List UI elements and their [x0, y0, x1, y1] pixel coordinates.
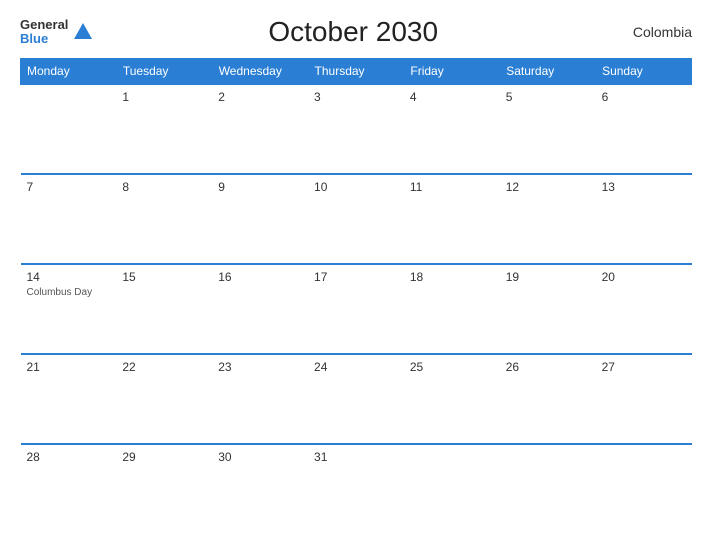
day-number: 11 — [410, 180, 494, 194]
calendar-cell: 2 — [212, 84, 308, 174]
calendar-cell: 5 — [500, 84, 596, 174]
logo-blue-text: Blue — [20, 32, 68, 46]
holiday-label: Columbus Day — [27, 287, 93, 298]
day-number: 17 — [314, 270, 398, 284]
day-number: 30 — [218, 450, 302, 464]
calendar-header: Monday Tuesday Wednesday Thursday Friday… — [21, 59, 692, 85]
calendar-cell: 28 — [21, 444, 117, 534]
logo-icon — [72, 21, 94, 43]
day-number: 1 — [122, 90, 206, 104]
logo-general-text: General — [20, 18, 68, 32]
col-sunday: Sunday — [596, 59, 692, 85]
day-number: 13 — [602, 180, 686, 194]
col-friday: Friday — [404, 59, 500, 85]
col-monday: Monday — [21, 59, 117, 85]
calendar-cell: 21 — [21, 354, 117, 444]
calendar-cell: 26 — [500, 354, 596, 444]
day-number: 2 — [218, 90, 302, 104]
day-number: 14 — [27, 270, 111, 284]
day-number: 23 — [218, 360, 302, 374]
calendar-cell: 27 — [596, 354, 692, 444]
calendar-body: 1234567891011121314Columbus Day151617181… — [21, 84, 692, 534]
calendar-cell: 11 — [404, 174, 500, 264]
calendar-cell: 16 — [212, 264, 308, 354]
calendar-cell: 6 — [596, 84, 692, 174]
calendar-cell: 15 — [116, 264, 212, 354]
col-wednesday: Wednesday — [212, 59, 308, 85]
day-number: 15 — [122, 270, 206, 284]
calendar-cell: 31 — [308, 444, 404, 534]
calendar-cell: 12 — [500, 174, 596, 264]
days-of-week-row: Monday Tuesday Wednesday Thursday Friday… — [21, 59, 692, 85]
calendar-cell: 8 — [116, 174, 212, 264]
day-number: 10 — [314, 180, 398, 194]
calendar-cell — [500, 444, 596, 534]
calendar-cell: 17 — [308, 264, 404, 354]
day-number: 28 — [27, 450, 111, 464]
calendar-cell: 18 — [404, 264, 500, 354]
col-saturday: Saturday — [500, 59, 596, 85]
calendar-week-row: 123456 — [21, 84, 692, 174]
day-number: 25 — [410, 360, 494, 374]
day-number: 21 — [27, 360, 111, 374]
day-number: 8 — [122, 180, 206, 194]
calendar-cell: 24 — [308, 354, 404, 444]
calendar-cell: 23 — [212, 354, 308, 444]
calendar-cell: 13 — [596, 174, 692, 264]
day-number: 19 — [506, 270, 590, 284]
col-tuesday: Tuesday — [116, 59, 212, 85]
day-number: 31 — [314, 450, 398, 464]
calendar-cell — [21, 84, 117, 174]
calendar-cell: 9 — [212, 174, 308, 264]
day-number: 29 — [122, 450, 206, 464]
day-number: 20 — [602, 270, 686, 284]
day-number: 16 — [218, 270, 302, 284]
day-number: 9 — [218, 180, 302, 194]
page-title: October 2030 — [94, 16, 612, 48]
day-number: 5 — [506, 90, 590, 104]
calendar-week-row: 14 Columbus Day 15 16 17 18 19 20 — [21, 264, 692, 354]
calendar-cell: 14 Columbus Day — [21, 264, 117, 354]
calendar-week-row: 21 22 23 24 25 26 27 — [21, 354, 692, 444]
calendar-cell: 1 — [116, 84, 212, 174]
calendar-cell: 25 — [404, 354, 500, 444]
calendar-cell: 7 — [21, 174, 117, 264]
col-thursday: Thursday — [308, 59, 404, 85]
day-number: 18 — [410, 270, 494, 284]
calendar-cell: 4 — [404, 84, 500, 174]
calendar-cell — [404, 444, 500, 534]
calendar-cell: 29 — [116, 444, 212, 534]
day-number: 26 — [506, 360, 590, 374]
day-number: 27 — [602, 360, 686, 374]
calendar-cell: 19 — [500, 264, 596, 354]
calendar-cell — [596, 444, 692, 534]
calendar-cell: 10 — [308, 174, 404, 264]
day-number: 22 — [122, 360, 206, 374]
calendar-cell: 3 — [308, 84, 404, 174]
calendar-week-row: 789 10 11 12 13 — [21, 174, 692, 264]
day-number: 12 — [506, 180, 590, 194]
day-number: 7 — [27, 180, 111, 194]
calendar-table: Monday Tuesday Wednesday Thursday Friday… — [20, 58, 692, 534]
day-number: 3 — [314, 90, 398, 104]
logo: General Blue — [20, 18, 94, 47]
day-number: 24 — [314, 360, 398, 374]
day-number: 4 — [410, 90, 494, 104]
calendar-cell: 22 — [116, 354, 212, 444]
day-number: 6 — [602, 90, 686, 104]
country-label: Colombia — [612, 24, 692, 40]
calendar-cell: 30 — [212, 444, 308, 534]
page-header: General Blue October 2030 Colombia — [20, 16, 692, 48]
calendar-week-row: 28 29 30 31 — [21, 444, 692, 534]
calendar-cell: 20 — [596, 264, 692, 354]
